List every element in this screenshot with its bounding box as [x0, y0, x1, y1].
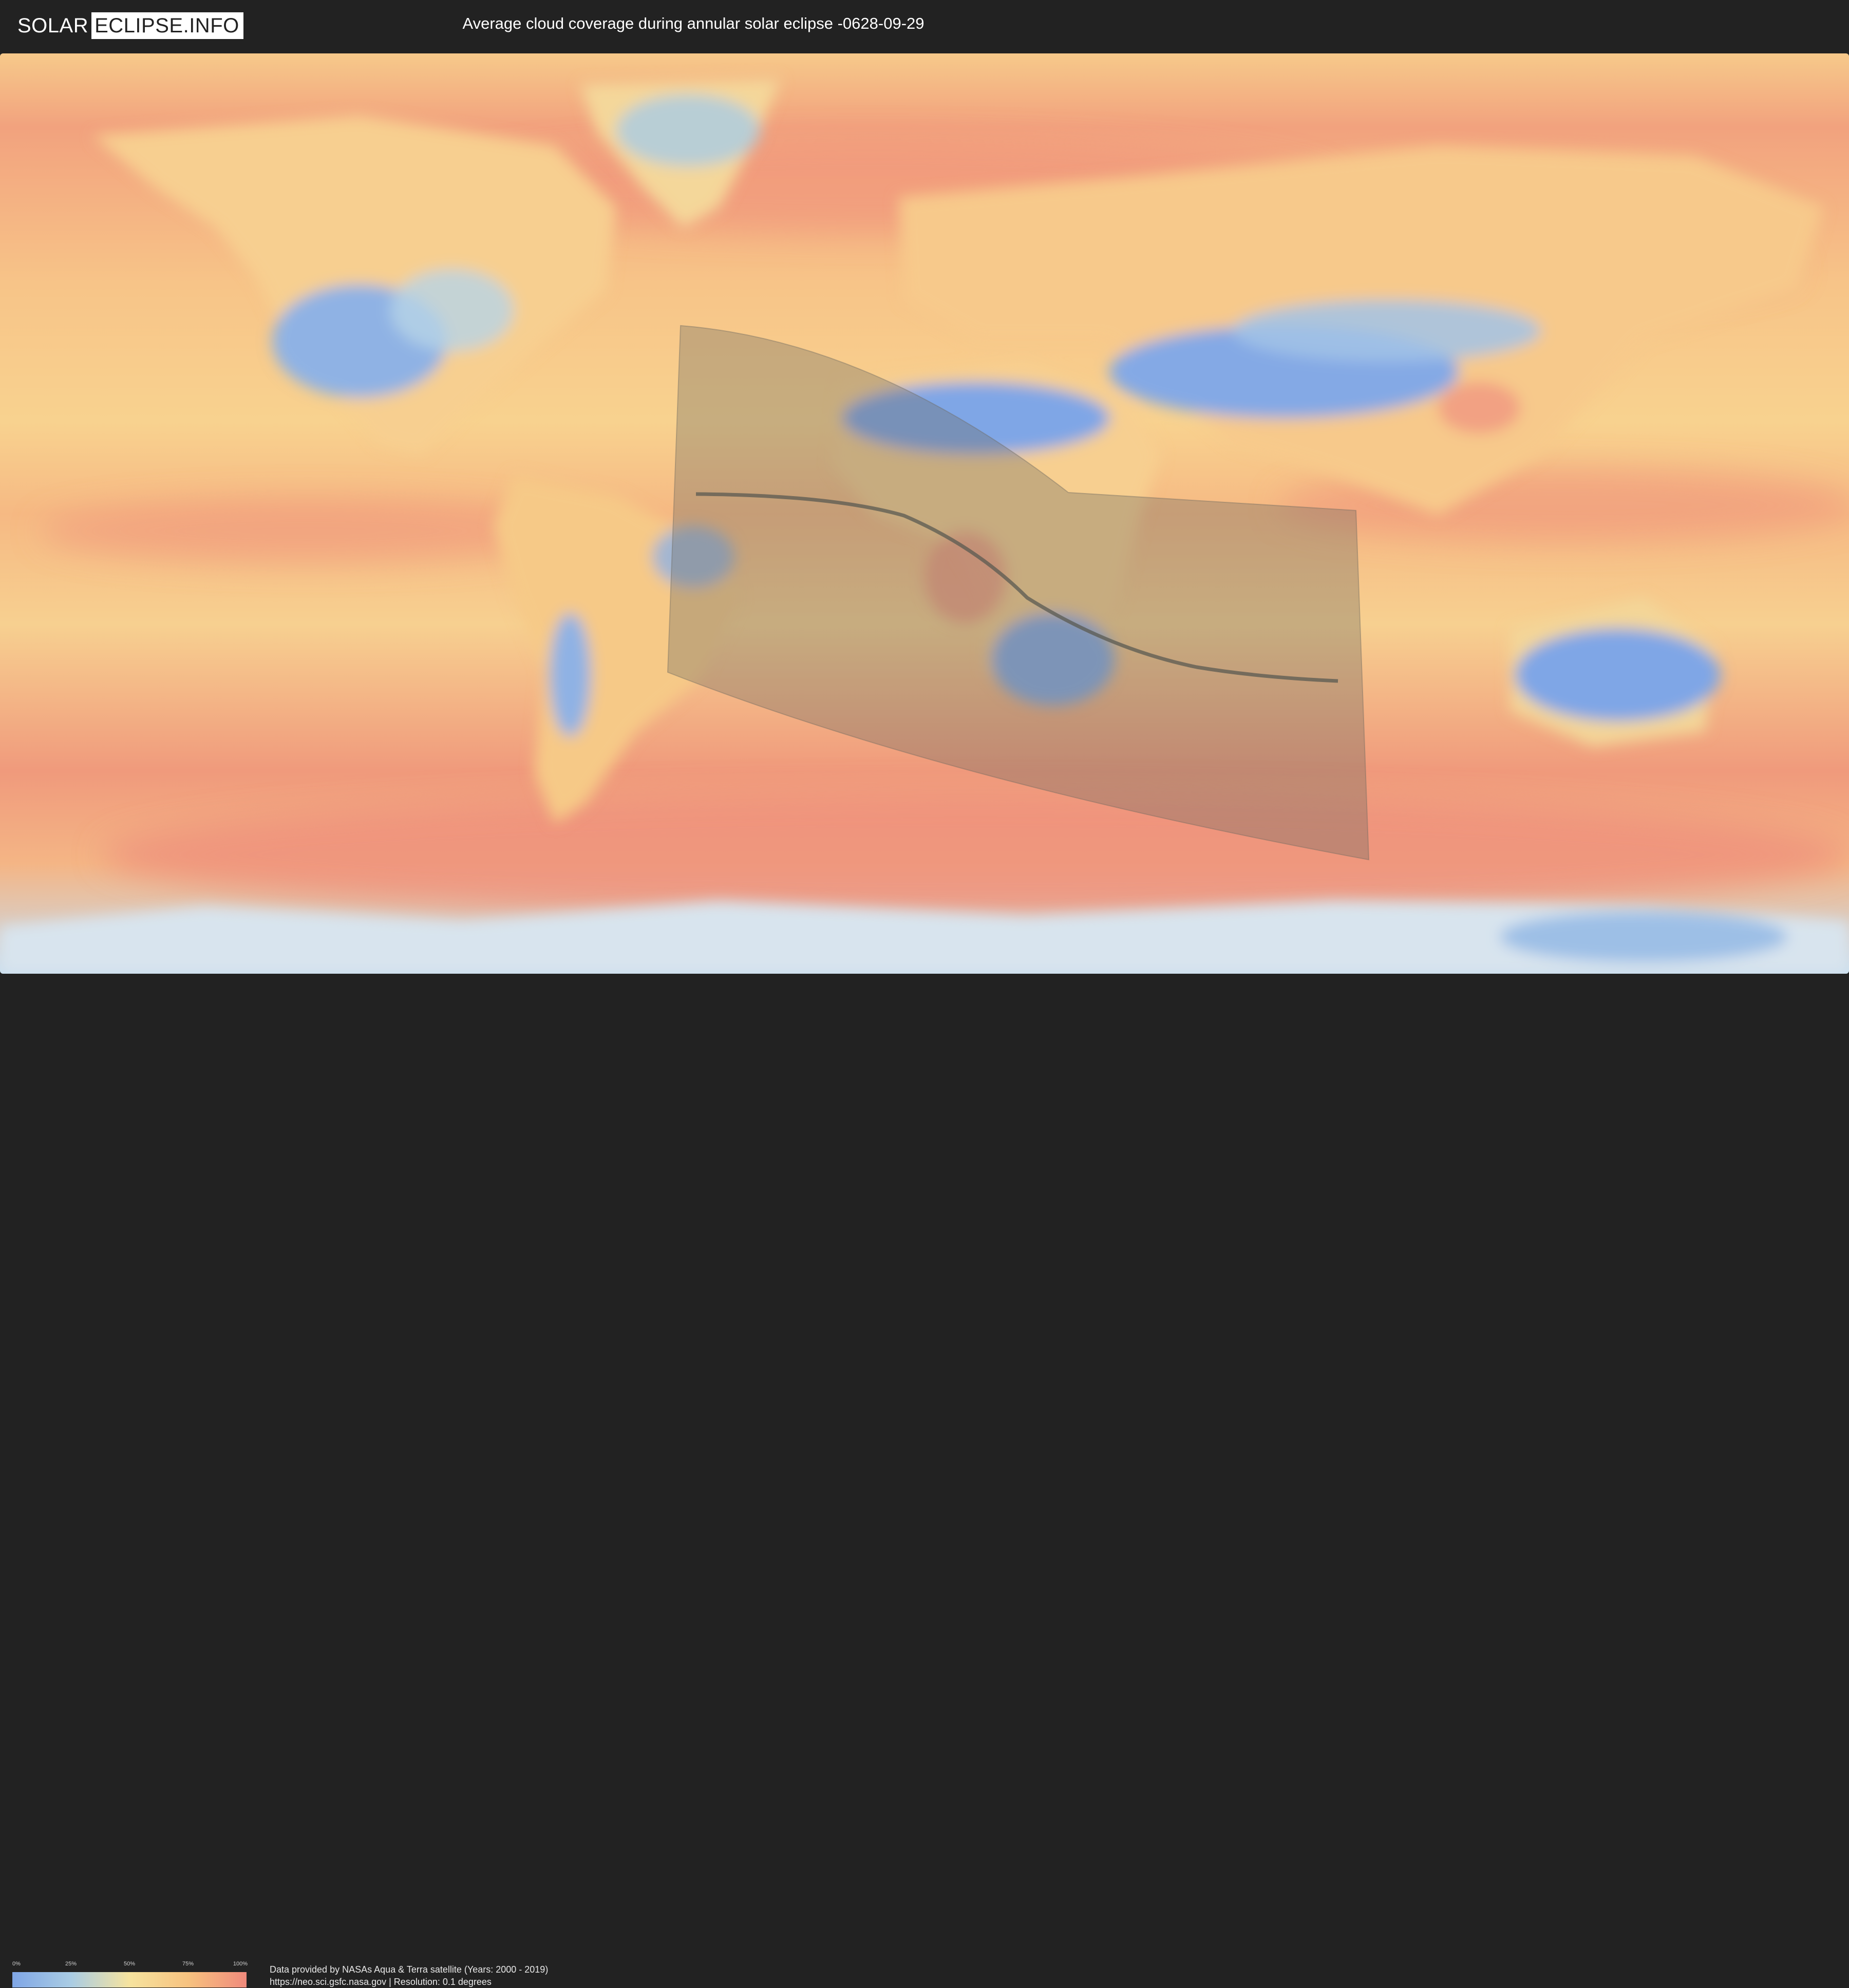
legend-tick-0: 0%: [12, 1961, 21, 1967]
header-bar: SOLAR ECLIPSE.INFO Average cloud coverag…: [0, 0, 1849, 51]
data-credit: Data provided by NASAs Aqua & Terra sate…: [270, 1963, 548, 1988]
legend-tick-25: 25%: [65, 1961, 77, 1967]
legend-tick-50: 50%: [123, 1961, 136, 1967]
cloud-coverage-legend-bar: [12, 1972, 247, 1987]
credit-url[interactable]: https://neo.sci.gsfc.nasa.gov | Resoluti…: [270, 1976, 548, 1988]
legend-tick-75: 75%: [182, 1961, 194, 1967]
credit-source: Data provided by NASAs Aqua & Terra sate…: [270, 1964, 549, 1975]
map-canvas: [0, 53, 1849, 974]
footer-bar: 0% 25% 50% 75% 100% Data provided by NAS…: [0, 974, 1849, 1987]
page-title: Average cloud coverage during annular so…: [462, 14, 924, 32]
legend-ticks: 0% 25% 50% 75% 100%: [12, 1961, 248, 1969]
cloud-coverage-map[interactable]: [0, 53, 1849, 974]
legend-tick-100: 100%: [233, 1961, 248, 1967]
